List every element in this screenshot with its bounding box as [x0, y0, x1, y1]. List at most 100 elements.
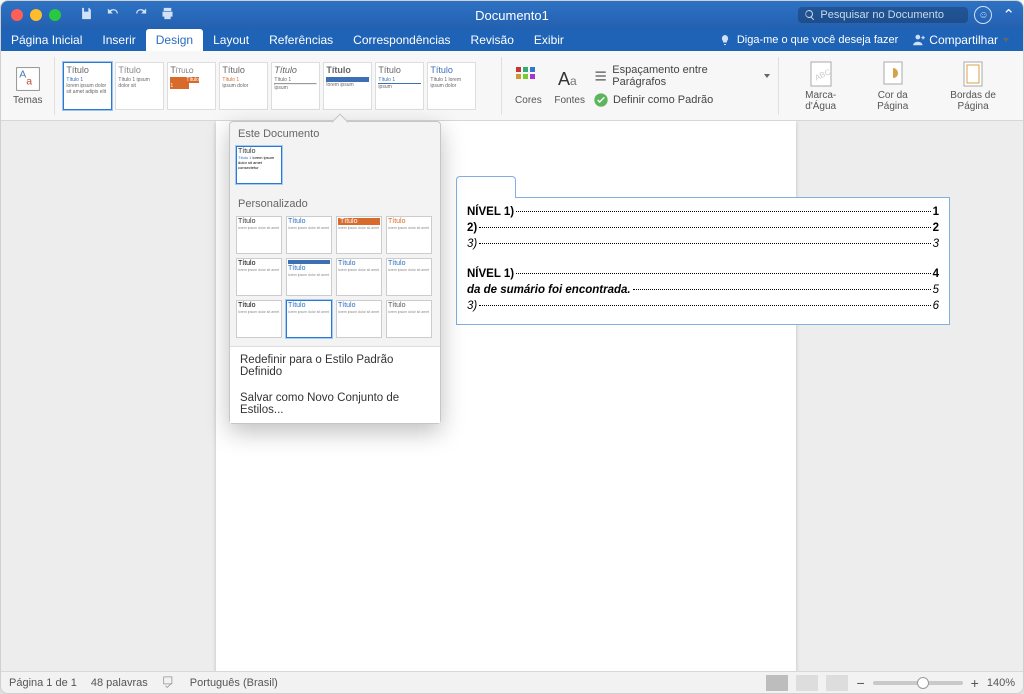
- colors-button[interactable]: Cores: [510, 63, 546, 108]
- quick-access-toolbar: [79, 6, 175, 24]
- share-button[interactable]: Compartilhar: [904, 33, 1017, 47]
- tab-mailings[interactable]: Correspondências: [343, 29, 460, 51]
- toc-entry: 2)2: [467, 222, 939, 234]
- toc-entry: 3)3: [467, 238, 939, 250]
- tab-design[interactable]: Design: [146, 29, 203, 51]
- minimize-window-button[interactable]: [30, 9, 42, 21]
- overflow-icon[interactable]: ⌃: [1002, 6, 1015, 24]
- tab-references[interactable]: Referências: [259, 29, 343, 51]
- save-as-new-style-set-menuitem[interactable]: Salvar como Novo Conjunto de Estilos...: [230, 385, 440, 423]
- themes-label: Temas: [13, 95, 42, 106]
- style-set-thumb[interactable]: TítuloTítulo 1lorem ipsum dolor sit amet…: [63, 62, 112, 110]
- undo-icon[interactable]: [106, 6, 121, 24]
- toc-entry: NÍVEL 1)1: [467, 206, 939, 218]
- search-icon: [804, 9, 816, 21]
- tab-insert[interactable]: Inserir: [92, 29, 145, 51]
- style-set-option[interactable]: Títulolorem ipsum dolor sit amet: [286, 216, 332, 254]
- style-set-option[interactable]: Títulolorem ipsum dolor sit amet: [386, 216, 432, 254]
- word-count[interactable]: 48 palavras: [91, 677, 148, 689]
- svg-text:A: A: [19, 68, 26, 80]
- page-borders-button[interactable]: Bordas de Página: [931, 58, 1015, 114]
- page-count[interactable]: Página 1 de 1: [9, 677, 77, 689]
- search-input[interactable]: Pesquisar no Documento: [798, 7, 968, 23]
- page-borders-icon: [959, 60, 987, 88]
- fonts-label: Fontes: [554, 95, 585, 106]
- style-set-thumb[interactable]: TítuloTítulo 1ipsum: [375, 62, 424, 110]
- share-label: Compartilhar: [929, 33, 998, 47]
- paragraph-spacing-icon: [593, 68, 608, 84]
- page-color-icon: [879, 60, 907, 88]
- fonts-button[interactable]: Aa Fontes: [550, 63, 589, 108]
- titlebar: Documento1 Pesquisar no Documento ☺ ⌃: [1, 1, 1023, 29]
- reset-to-default-style-menuitem[interactable]: Redefinir para o Estilo Padrão Definido: [230, 347, 440, 385]
- check-circle-icon: [593, 92, 609, 108]
- table-of-contents[interactable]: NÍVEL 1)1 2)2 3)3 NÍVEL 1)4 da de sumário fo…: [456, 197, 950, 325]
- page-borders-label: Bordas de Página: [935, 90, 1011, 112]
- zoom-in-button[interactable]: +: [971, 675, 979, 691]
- tell-me-label[interactable]: Diga-me o que você deseja fazer: [737, 34, 898, 46]
- style-set-thumb[interactable]: TítuloTítulo 1ipsum dolor: [219, 62, 268, 110]
- zoom-level[interactable]: 140%: [987, 677, 1015, 689]
- style-set-thumb[interactable]: TítuloTítulo 1 ipsum dolor sit: [115, 62, 164, 110]
- style-set-thumb[interactable]: Títulolorem ipsum: [323, 62, 372, 110]
- style-set-option[interactable]: TítuloTítulo 1 lorem ipsum dolor sit ame…: [236, 146, 282, 184]
- style-set-option[interactable]: Títulolorem ipsum dolor sit amet: [236, 216, 282, 254]
- print-layout-view-button[interactable]: [766, 675, 788, 691]
- set-as-default-button[interactable]: Definir como Padrão: [593, 92, 770, 108]
- toc-entry: da de sumário foi encontrada.5: [467, 284, 939, 296]
- watermark-button[interactable]: ABC Marca-d'Água: [787, 58, 854, 114]
- toc-handle[interactable]: [456, 176, 516, 198]
- chevron-down-icon: [1003, 38, 1009, 42]
- zoom-out-button[interactable]: −: [856, 675, 864, 691]
- style-set-option[interactable]: Títulolorem ipsum dolor sit amet: [236, 300, 282, 338]
- style-sets-dropdown: Este Documento TítuloTítulo 1 lorem ipsu…: [229, 121, 441, 424]
- tab-review[interactable]: Revisão: [461, 29, 524, 51]
- style-set-option[interactable]: Títulolorem ipsum dolor sit amet: [336, 300, 382, 338]
- style-set-thumb[interactable]: TítuloTítulo 1: [167, 62, 216, 110]
- svg-text:a: a: [26, 75, 32, 87]
- style-set-option[interactable]: Títulolorem ipsum dolor sit amet: [386, 258, 432, 296]
- chevron-right-icon: [482, 82, 490, 90]
- document-formatting-gallery: TítuloTítulo 1lorem ipsum dolor sit amet…: [63, 62, 493, 110]
- ribbon-design: Aa Temas TítuloTítulo 1lorem ipsum dolor…: [1, 51, 1023, 121]
- svg-text:a: a: [570, 74, 577, 88]
- page-color-button[interactable]: Cor da Página: [858, 58, 927, 114]
- feedback-icon[interactable]: ☺: [974, 6, 992, 24]
- svg-text:A: A: [558, 69, 570, 89]
- tab-layout[interactable]: Layout: [203, 29, 259, 51]
- themes-icon: Aa: [14, 65, 42, 93]
- language-status[interactable]: Português (Brasil): [190, 677, 278, 689]
- print-icon[interactable]: [160, 6, 175, 24]
- gallery-scroll[interactable]: [479, 82, 493, 90]
- redo-icon[interactable]: [133, 6, 148, 24]
- paragraph-spacing-button[interactable]: Espaçamento entre Parágrafos: [593, 64, 770, 88]
- style-set-option[interactable]: Títulolorem ipsum dolor sit amet: [336, 216, 382, 254]
- zoom-window-button[interactable]: [49, 9, 61, 21]
- save-icon[interactable]: [79, 6, 94, 24]
- toc-entry: NÍVEL 1)4: [467, 268, 939, 280]
- style-set-option[interactable]: Títulolorem ipsum dolor sit amet: [286, 300, 332, 338]
- style-set-thumb[interactable]: TítuloTítulo 1ipsum: [271, 62, 320, 110]
- dropdown-section-custom: Personalizado: [230, 192, 440, 214]
- tab-home[interactable]: Página Inicial: [1, 29, 92, 51]
- paragraph-spacing-label: Espaçamento entre Parágrafos: [612, 64, 758, 88]
- watermark-label: Marca-d'Água: [791, 90, 850, 112]
- themes-button[interactable]: Aa Temas: [9, 63, 46, 108]
- tab-view[interactable]: Exibir: [524, 29, 574, 51]
- search-placeholder: Pesquisar no Documento: [820, 9, 944, 21]
- web-layout-view-button[interactable]: [796, 675, 818, 691]
- style-set-thumb[interactable]: TítuloTítulo 1 lorem ipsum dolor: [427, 62, 476, 110]
- style-set-option[interactable]: Títulolorem ipsum dolor sit amet: [286, 258, 332, 296]
- window-controls: [11, 9, 61, 21]
- watermark-icon: ABC: [807, 60, 835, 88]
- document-area[interactable]: NÍVEL 1)1 2)2 3)3 NÍVEL 1)4 da de sumário fo…: [1, 121, 1023, 671]
- lightbulb-icon: [719, 34, 731, 46]
- ribbon-tabs: Página Inicial Inserir Design Layout Ref…: [1, 29, 1023, 51]
- focus-view-button[interactable]: [826, 675, 848, 691]
- style-set-option[interactable]: Títulolorem ipsum dolor sit amet: [236, 258, 282, 296]
- spellcheck-icon[interactable]: [162, 674, 176, 691]
- style-set-option[interactable]: Títulolorem ipsum dolor sit amet: [386, 300, 432, 338]
- zoom-slider[interactable]: [873, 681, 963, 685]
- close-window-button[interactable]: [11, 9, 23, 21]
- style-set-option[interactable]: Títulolorem ipsum dolor sit amet: [336, 258, 382, 296]
